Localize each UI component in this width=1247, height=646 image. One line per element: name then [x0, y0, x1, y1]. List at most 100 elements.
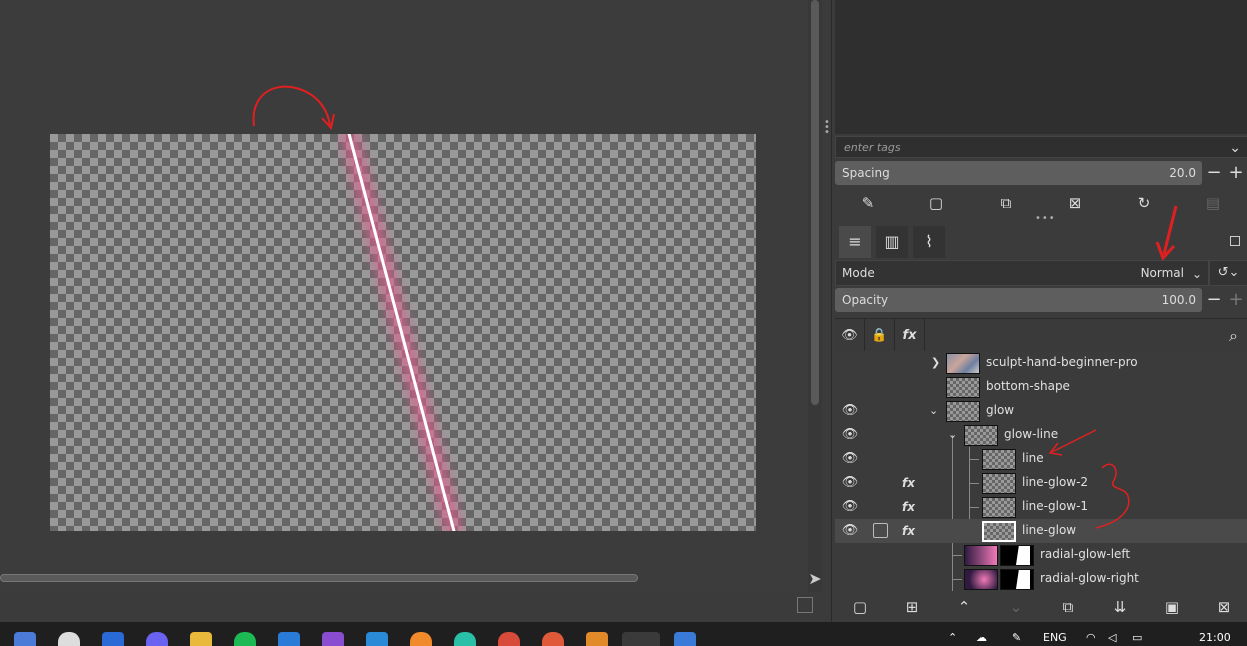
visibility-column-icon[interactable]: 👁 [835, 319, 865, 353]
edit-brush-icon[interactable]: ✎ [857, 192, 879, 214]
lock-checkbox[interactable] [873, 523, 888, 538]
raise-layer-icon[interactable]: ⌃ [953, 596, 975, 618]
opacity-label: Opacity [842, 293, 889, 307]
fx-icon[interactable]: fx [902, 497, 915, 517]
chrome-icon[interactable] [498, 632, 520, 646]
app-icon[interactable] [674, 632, 696, 646]
tray-overflow-icon[interactable]: ⌃ [948, 631, 957, 644]
outlook-icon[interactable] [278, 632, 300, 646]
vertical-scrollbar[interactable] [808, 0, 822, 592]
dock-resize-handle[interactable]: • • • [824, 118, 830, 140]
tab-layers[interactable]: ≡ [839, 226, 871, 258]
chevron-right-icon[interactable]: ❯ [931, 353, 940, 373]
edge-icon[interactable] [454, 632, 476, 646]
file-explorer-icon[interactable] [190, 632, 212, 646]
eye-icon[interactable]: 👁 [840, 473, 860, 493]
layer-name: glow [986, 403, 1015, 417]
tab-paths[interactable]: ⌇ [913, 226, 945, 258]
terminal-app-icon[interactable] [102, 632, 124, 646]
firefox-icon[interactable] [410, 632, 432, 646]
tab-channels[interactable]: ▥ [876, 226, 908, 258]
image-canvas[interactable] [0, 0, 808, 592]
layer-thumbnail [946, 401, 980, 422]
layer-row[interactable]: radial-glow-left [835, 543, 1247, 567]
battery-icon[interactable]: ▭ [1132, 631, 1142, 644]
blender-icon[interactable] [586, 632, 608, 646]
opacity-increase-button[interactable]: + [1226, 290, 1246, 310]
tab-menu-icon[interactable] [1230, 236, 1240, 246]
layers-icon: ≡ [848, 232, 862, 251]
paste-brush-icon[interactable]: ▤ [1202, 192, 1224, 214]
mode-select[interactable]: Mode Normal ⌄ [835, 260, 1209, 286]
fx-icon[interactable]: fx [902, 521, 915, 541]
layer-mask-icon[interactable]: ▣ [1161, 596, 1183, 618]
brave-app-icon[interactable] [542, 632, 564, 646]
clock-app-icon[interactable] [58, 632, 80, 646]
lock-icon[interactable]: 🔒 [865, 319, 895, 353]
panel-grip-icon[interactable]: ••• [1035, 213, 1056, 224]
spacing-slider-row: Spacing 20.0 − + [835, 161, 1247, 185]
discord-icon[interactable] [146, 632, 168, 646]
duplicate-layer-icon[interactable]: ⧉ [1057, 596, 1079, 618]
layer-name: sculpt-hand-beginner-pro [986, 355, 1138, 369]
delete-layer-icon[interactable]: ⊠ [1213, 596, 1235, 618]
horizontal-scrollbar[interactable] [0, 572, 640, 584]
merge-down-icon[interactable]: ⇊ [1109, 596, 1131, 618]
spacing-slider[interactable]: Spacing 20.0 [835, 161, 1202, 185]
navigate-icon[interactable]: ➤ [806, 570, 824, 588]
copilot-icon[interactable] [14, 632, 36, 646]
search-icon[interactable]: ⌕ [1229, 319, 1238, 353]
delete-brush-icon[interactable]: ⊠ [1064, 192, 1086, 214]
wifi-icon[interactable]: ◠ [1086, 631, 1096, 644]
chevron-down-icon[interactable]: ⌄ [948, 425, 957, 445]
eye-icon[interactable]: 👁 [840, 449, 860, 469]
language-indicator[interactable]: ENG [1043, 631, 1067, 644]
vscode-icon[interactable] [366, 632, 388, 646]
dock-tabs: ≡ ▥ ⌇ [835, 224, 1247, 258]
layer-row[interactable]: 👁 fx line-glow-1 [835, 495, 1247, 519]
layer-row[interactable]: 👁 fx line-glow-2 [835, 471, 1247, 495]
zoom-toggle-icon[interactable] [797, 597, 813, 613]
chevron-down-icon[interactable]: ⌄ [929, 401, 938, 421]
layer-row[interactable]: radial-glow-right [835, 567, 1247, 591]
layer-row[interactable]: 👁 ⌄ glow [835, 399, 1247, 423]
new-brush-icon[interactable]: ▢ [925, 192, 947, 214]
duplicate-brush-icon[interactable]: ⧉ [995, 192, 1017, 214]
lower-layer-icon[interactable]: ⌄ [1005, 596, 1027, 618]
eye-icon[interactable]: 👁 [840, 521, 860, 541]
fx-icon[interactable]: fx [902, 473, 915, 493]
layer-row[interactable]: 👁 ⌄ glow-line [835, 423, 1247, 447]
volume-icon[interactable]: ◁ [1108, 631, 1116, 644]
opacity-decrease-button[interactable]: − [1204, 290, 1224, 310]
layer-row[interactable]: bottom-shape [835, 375, 1247, 399]
brush-preview-area[interactable] [835, 0, 1247, 134]
spacing-value: 20.0 [1169, 166, 1196, 180]
spotify-icon[interactable] [234, 632, 256, 646]
opacity-slider[interactable]: Opacity 100.0 [835, 288, 1202, 312]
layer-row[interactable]: ❯ sculpt-hand-beginner-pro [835, 351, 1247, 375]
spacing-decrease-button[interactable]: − [1204, 163, 1224, 183]
gimp-icon[interactable] [622, 632, 660, 646]
eye-icon[interactable]: 👁 [840, 401, 860, 421]
layer-name: line-glow-1 [1022, 499, 1089, 513]
clock-time[interactable]: 21:00 [1199, 631, 1231, 644]
cloud-icon[interactable]: ☁ [976, 631, 987, 644]
eye-icon[interactable]: 👁 [840, 497, 860, 517]
layer-row[interactable]: 👁 line [835, 447, 1247, 471]
spacing-increase-button[interactable]: + [1226, 163, 1246, 183]
layer-thumbnail [964, 425, 998, 446]
layer-thumbnail [964, 569, 998, 590]
tags-placeholder: enter tags [844, 141, 901, 154]
tags-input[interactable]: enter tags ⌄ [835, 136, 1247, 158]
chevron-down-icon[interactable]: ⌄ [1229, 137, 1241, 159]
new-layer-icon[interactable]: ▢ [849, 596, 871, 618]
new-layer-group-icon[interactable]: ⊞ [901, 596, 923, 618]
eye-icon[interactable]: 👁 [840, 425, 860, 445]
fx-column-icon[interactable]: fx [895, 319, 925, 353]
mode-reset-button[interactable]: ↺⌄ [1209, 260, 1247, 286]
paths-icon: ⌇ [925, 232, 933, 251]
pen-icon[interactable]: ✎ [1012, 631, 1021, 644]
layer-row-selected[interactable]: 👁 fx line-glow [835, 519, 1247, 543]
visual-studio-icon[interactable] [322, 632, 344, 646]
refresh-brushes-icon[interactable]: ↻ [1133, 192, 1155, 214]
